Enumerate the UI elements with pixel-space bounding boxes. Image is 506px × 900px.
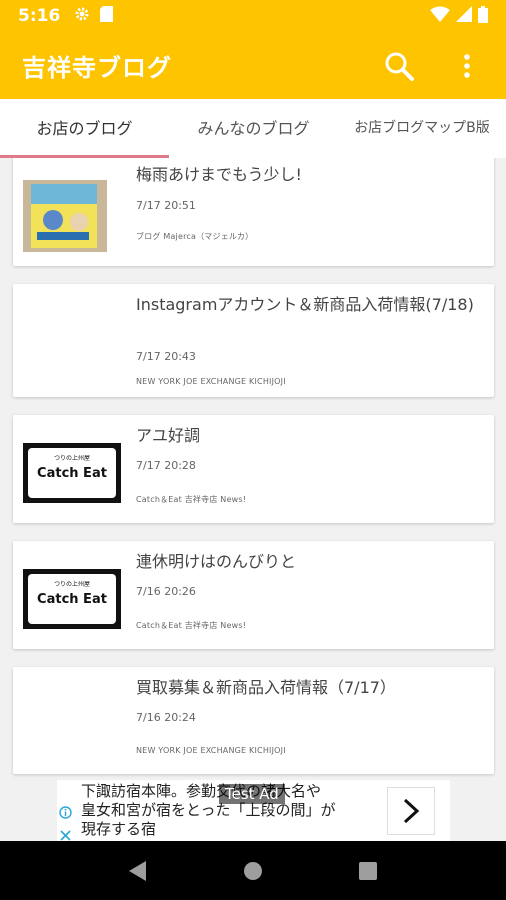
post-title: 梅雨あけまでもう少し! — [136, 165, 302, 184]
ad-text-line: 現存する宿 — [81, 820, 157, 838]
nav-recents-button[interactable] — [348, 851, 388, 891]
search-button[interactable] — [382, 49, 416, 83]
ad-label: Test Ad — [219, 784, 285, 804]
tab-shop-blog-map[interactable]: お店ブログマップB版 — [338, 99, 506, 158]
list-item[interactable]: Instagramアカウント＆新商品入荷情報(7/18) 7/17 20:43 … — [13, 284, 494, 397]
back-triangle-icon — [128, 860, 146, 881]
post-thumbnail: Catch Eat つりの上州屋 — [23, 569, 121, 629]
app-title: 吉祥寺ブログ — [22, 54, 172, 82]
catch-eat-logo-text: Catch Eat — [37, 592, 107, 607]
post-source: NEW YORK JOE EXCHANGE KICHIJOJI — [136, 377, 286, 386]
tab-bar: お店のブログ みんなのブログ お店ブログマップB版 — [0, 99, 506, 158]
nav-home-button[interactable] — [233, 851, 273, 891]
status-time: 5:16 — [18, 6, 61, 26]
post-date: 7/16 20:24 — [136, 711, 196, 724]
post-list[interactable]: 梅雨あけまでもう少し! 7/17 20:51 ブログ Majerca（マジェルカ… — [0, 158, 506, 780]
system-nav-bar — [0, 841, 506, 900]
post-source: NEW YORK JOE EXCHANGE KICHIJOJI — [136, 746, 286, 755]
post-date: 7/17 20:28 — [136, 459, 196, 472]
wifi-icon — [430, 6, 450, 26]
ad-info-icon[interactable] — [59, 804, 72, 823]
battery-icon — [478, 5, 488, 27]
catch-eat-logo-subtext: つりの上州屋 — [54, 454, 90, 462]
tab-everyone-blogs[interactable]: みんなのブログ — [169, 99, 338, 158]
catch-eat-logo-text: Catch Eat — [37, 466, 107, 481]
app-bar: 吉祥寺ブログ — [0, 32, 506, 99]
overflow-menu-button[interactable] — [450, 49, 484, 83]
post-title: Instagramアカウント＆新商品入荷情報(7/18) — [136, 295, 474, 314]
more-vert-icon — [464, 53, 470, 78]
tab-shop-blogs[interactable]: お店のブログ — [0, 99, 169, 158]
signal-icon — [456, 6, 472, 26]
home-circle-icon — [243, 861, 262, 880]
post-source: Catch＆Eat 吉祥寺店 News! — [136, 621, 247, 630]
chevron-right-icon — [403, 798, 420, 824]
settings-gear-icon — [74, 6, 90, 26]
post-date: 7/17 20:43 — [136, 350, 196, 363]
list-item[interactable]: 買取募集＆新商品入荷情報（7/17） 7/16 20:24 NEW YORK J… — [13, 667, 494, 774]
list-item[interactable]: 梅雨あけまでもう少し! 7/17 20:51 ブログ Majerca（マジェルカ… — [13, 158, 494, 266]
list-item[interactable]: Catch Eat つりの上州屋 アユ好調 7/17 20:28 Catch＆E… — [13, 415, 494, 523]
list-item[interactable]: Catch Eat つりの上州屋 連休明けはのんびりと 7/16 20:26 C… — [13, 541, 494, 649]
post-source: Catch＆Eat 吉祥寺店 News! — [136, 495, 247, 504]
status-bar: 5:16 — [0, 0, 506, 32]
catch-eat-logo-subtext: つりの上州屋 — [54, 580, 90, 588]
post-title: 買取募集＆新商品入荷情報（7/17） — [136, 678, 396, 697]
post-title: 連休明けはのんびりと — [136, 552, 297, 571]
search-icon — [385, 52, 414, 81]
sd-card-icon — [100, 6, 114, 26]
post-thumbnail — [23, 180, 107, 252]
post-title: アユ好調 — [136, 426, 201, 445]
post-thumbnail: Catch Eat つりの上州屋 — [23, 443, 121, 503]
post-date: 7/17 20:51 — [136, 199, 196, 212]
nav-back-button[interactable] — [118, 851, 158, 891]
ad-banner[interactable]: 下諏訪宿本陣。参勤交代の諸大名や 皇女和宮が宿をとった「上段の間」が 現存する宿… — [57, 780, 450, 841]
post-date: 7/16 20:26 — [136, 585, 196, 598]
recents-square-icon — [359, 861, 378, 880]
ad-open-button[interactable] — [387, 787, 435, 835]
post-source: ブログ Majerca（マジェルカ） — [136, 232, 254, 241]
